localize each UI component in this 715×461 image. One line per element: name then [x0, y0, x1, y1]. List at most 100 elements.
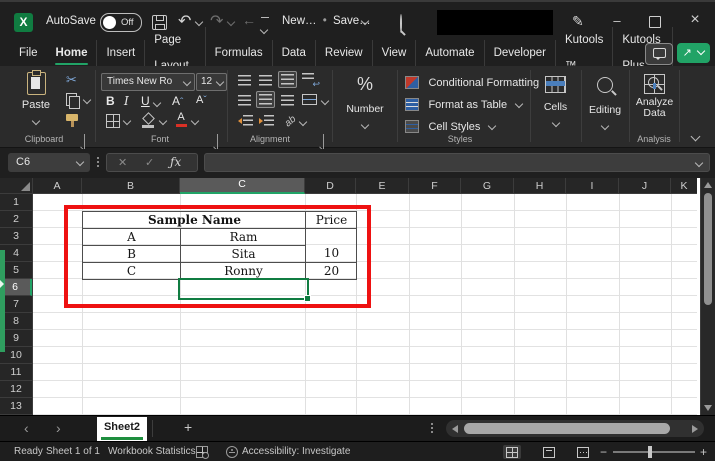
tab-developer[interactable]: Developer — [485, 40, 556, 66]
align-left-button[interactable] — [238, 95, 251, 106]
hscroll-left-icon[interactable] — [452, 425, 458, 433]
row-header-2[interactable]: 2 — [0, 211, 32, 228]
decrease-font-button[interactable]: Aˇ — [196, 94, 207, 106]
tab-formulas[interactable]: Formulas — [206, 40, 273, 66]
tabs-resize-grip-icon[interactable] — [431, 423, 433, 425]
view-page-break-button[interactable] — [574, 445, 592, 459]
merge-dropdown-icon[interactable] — [321, 97, 329, 105]
number-group-button[interactable]: % Number — [334, 70, 396, 142]
tab-file[interactable]: File — [10, 40, 47, 66]
minimize-button[interactable]: – — [610, 14, 624, 28]
status-accessibility[interactable]: Accessibility: Investigate — [242, 446, 350, 457]
sheet-tab-active[interactable]: Sheet2 — [97, 417, 147, 441]
column-header-j[interactable]: J — [619, 178, 671, 194]
editing-group-button[interactable]: Editing — [583, 70, 627, 142]
row-header-1[interactable]: 1 — [0, 194, 32, 211]
qat-more-icon[interactable] — [261, 17, 269, 38]
column-header-e[interactable]: E — [356, 178, 409, 194]
column-header-c[interactable]: C — [180, 178, 305, 194]
column-header-a[interactable]: A — [33, 178, 82, 194]
row-header-12[interactable]: 12 — [0, 381, 32, 398]
redo-dropdown-icon[interactable] — [227, 18, 235, 26]
cell-styles-button[interactable]: Cell Styles — [405, 118, 495, 132]
italic-button[interactable]: I — [124, 94, 129, 108]
tab-automate[interactable]: Automate — [416, 40, 484, 66]
borders-button[interactable] — [106, 114, 120, 128]
orientation-button[interactable]: ab — [283, 114, 299, 130]
name-box[interactable]: C6 — [8, 153, 90, 172]
formula-bar-expand-icon[interactable] — [695, 159, 703, 167]
tab-insert[interactable]: Insert — [97, 40, 145, 66]
tab-data[interactable]: Data — [273, 40, 316, 66]
formula-bar-grip-icon[interactable] — [97, 157, 99, 159]
ribbon-collapse-icon[interactable] — [691, 132, 701, 142]
column-header-d[interactable]: D — [305, 178, 356, 194]
format-as-table-button[interactable]: Format as Table — [405, 96, 522, 110]
column-header-k[interactable]: K — [671, 178, 697, 194]
zoom-slider-handle[interactable] — [648, 446, 652, 458]
decrease-indent-button[interactable] — [238, 115, 253, 126]
horizontal-scrollbar[interactable] — [446, 420, 704, 437]
font-color-dropdown-icon[interactable] — [191, 117, 199, 125]
status-sheet-count[interactable]: Sheet 1 of 1 — [46, 446, 100, 457]
autosave-toggle[interactable]: Off — [100, 13, 142, 32]
align-top-button[interactable] — [238, 75, 251, 86]
row-header-3[interactable]: 3 — [0, 228, 32, 245]
enter-button[interactable]: ✓ — [145, 156, 154, 169]
undo-dropdown-icon[interactable] — [195, 18, 203, 26]
format-painter-icon[interactable] — [66, 114, 78, 121]
vertical-scrollbar-thumb[interactable] — [704, 193, 712, 305]
increase-font-button[interactable]: Aˆ — [172, 94, 183, 108]
underline-button[interactable]: U — [141, 94, 150, 108]
fill-color-button[interactable] — [141, 113, 155, 127]
copy-dropdown-icon[interactable] — [83, 96, 91, 104]
zoom-out-button[interactable]: − — [600, 445, 607, 459]
column-header-f[interactable]: F — [409, 178, 461, 194]
add-sheet-button[interactable]: + — [184, 419, 192, 435]
font-size-select[interactable]: 12 — [196, 73, 227, 91]
font-name-select[interactable]: Times New Ro — [101, 73, 195, 91]
vertical-scrollbar[interactable] — [700, 178, 715, 415]
side-panel-handle[interactable] — [0, 250, 5, 352]
view-page-layout-button[interactable] — [540, 445, 558, 459]
scroll-down-icon[interactable] — [704, 405, 712, 411]
row-header-13[interactable]: 13 — [0, 398, 32, 415]
bold-button[interactable]: B — [106, 94, 115, 108]
column-header-i[interactable]: I — [566, 178, 619, 194]
comments-button[interactable] — [645, 43, 673, 65]
search-icon[interactable] — [400, 14, 402, 33]
share-button[interactable]: ↗ — [677, 43, 710, 63]
align-middle-button[interactable] — [259, 75, 272, 86]
column-header-g[interactable]: G — [461, 178, 514, 194]
align-bottom-button[interactable] — [278, 71, 297, 88]
copy-icon[interactable] — [66, 93, 77, 106]
insert-function-button[interactable]: ƒx — [170, 155, 181, 169]
align-right-button[interactable] — [281, 95, 294, 106]
tab-review[interactable]: Review — [316, 40, 373, 66]
increase-indent-button[interactable] — [259, 115, 274, 126]
row-header-11[interactable]: 11 — [0, 364, 32, 381]
next-sheet-button[interactable]: › — [56, 420, 61, 436]
horizontal-scrollbar-thumb[interactable] — [464, 423, 670, 434]
column-header-h[interactable]: H — [514, 178, 566, 194]
hscroll-right-icon[interactable] — [692, 425, 698, 433]
back-button[interactable]: ← — [242, 12, 256, 28]
font-color-button[interactable]: A — [175, 112, 187, 127]
close-button[interactable]: × — [688, 13, 702, 27]
tab-view[interactable]: View — [373, 40, 417, 66]
fill-color-dropdown-icon[interactable] — [159, 117, 167, 125]
zoom-slider-track[interactable] — [613, 451, 695, 453]
cells-group-button[interactable]: Cells — [532, 70, 579, 142]
orientation-dropdown-icon[interactable] — [299, 118, 307, 126]
redo-button[interactable]: ↷ — [210, 11, 223, 31]
column-header-b[interactable]: B — [82, 178, 180, 194]
display-settings-icon[interactable] — [196, 446, 208, 458]
borders-dropdown-icon[interactable] — [123, 117, 131, 125]
zoom-in-button[interactable]: + — [700, 445, 707, 459]
status-workbook-statistics[interactable]: Workbook Statistics — [108, 446, 196, 457]
prev-sheet-button[interactable]: ‹ — [24, 420, 29, 436]
analyze-data-button[interactable]: Analyze Data — [632, 70, 677, 132]
underline-dropdown-icon[interactable] — [153, 99, 161, 107]
select-all-corner[interactable] — [0, 178, 33, 194]
view-normal-button[interactable] — [503, 445, 521, 459]
